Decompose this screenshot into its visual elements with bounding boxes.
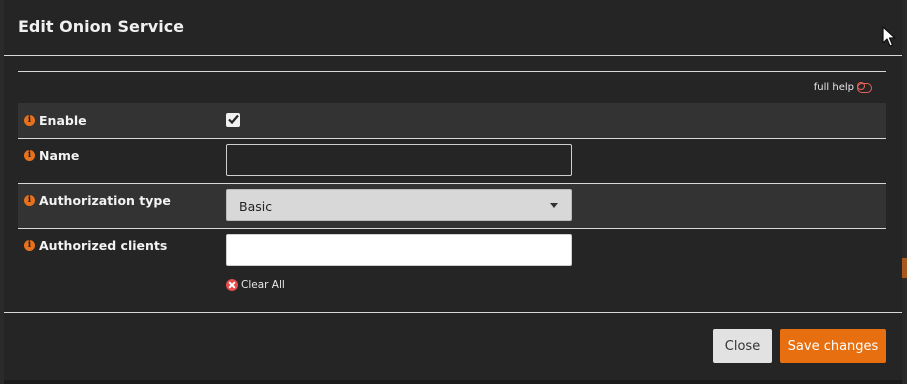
mouse-pointer-icon xyxy=(882,26,896,47)
clear-all-link[interactable]: Clear All xyxy=(226,279,285,291)
edit-onion-service-modal: Edit Onion Service full help i Enable i … xyxy=(4,0,902,380)
row-enable: i Enable xyxy=(18,103,886,139)
clear-all-label: Clear All xyxy=(241,279,285,291)
authorized-clients-label: i Authorized clients xyxy=(24,238,167,253)
footer-divider xyxy=(4,312,902,313)
row-authorized-clients: i Authorized clients Clear All xyxy=(18,229,886,295)
modal-header: Edit Onion Service xyxy=(4,0,902,56)
name-input[interactable] xyxy=(226,144,572,176)
modal-title: Edit Onion Service xyxy=(18,17,185,36)
close-button[interactable]: Close xyxy=(713,329,772,363)
name-label-text: Name xyxy=(39,148,80,163)
authorized-clients-input[interactable] xyxy=(226,234,572,266)
authorization-type-label-text: Authorization type xyxy=(39,193,171,208)
info-icon[interactable]: i xyxy=(24,150,35,161)
full-help-label: full help xyxy=(813,82,854,93)
background-tab xyxy=(902,258,907,278)
background-page xyxy=(902,0,907,384)
authorization-type-value: Basic xyxy=(239,199,273,214)
enable-label: i Enable xyxy=(24,113,87,128)
save-changes-button[interactable]: Save changes xyxy=(780,329,886,363)
authorization-type-label: i Authorization type xyxy=(24,193,171,208)
name-label: i Name xyxy=(24,148,79,163)
row-name: i Name xyxy=(18,139,886,184)
row-authorization-type: i Authorization type Basic xyxy=(18,184,886,229)
info-icon[interactable]: i xyxy=(24,240,35,251)
enable-label-text: Enable xyxy=(39,113,87,128)
enable-checkbox[interactable] xyxy=(226,113,240,127)
full-help-toggle[interactable]: full help xyxy=(814,82,872,93)
caret-down-icon xyxy=(550,203,558,208)
help-bar: full help xyxy=(18,72,886,104)
info-icon[interactable]: i xyxy=(24,195,35,206)
authorization-type-select[interactable]: Basic xyxy=(226,189,572,221)
info-icon[interactable]: i xyxy=(24,115,35,126)
times-circle-icon xyxy=(226,279,238,291)
authorized-clients-label-text: Authorized clients xyxy=(39,238,168,253)
toggle-off-icon[interactable] xyxy=(856,82,872,93)
onion-service-form: full help i Enable i Name i Authorizatio… xyxy=(18,71,886,296)
check-icon xyxy=(228,114,239,125)
